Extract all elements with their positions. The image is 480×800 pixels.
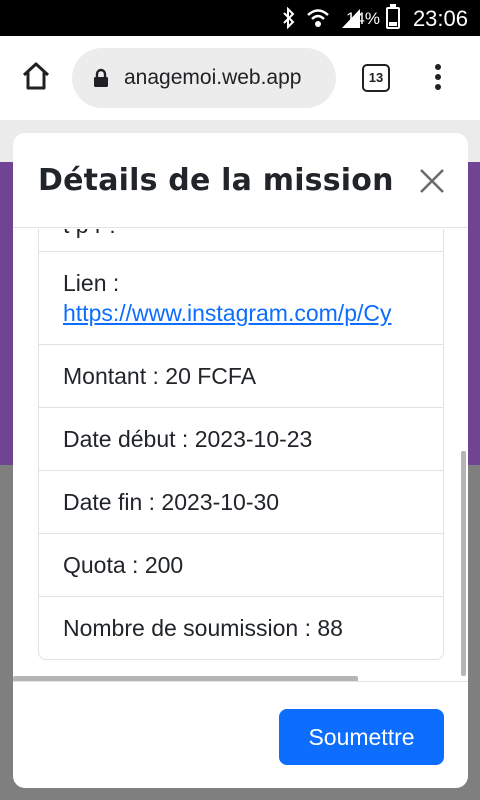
status-bar: 14% 23:06 (0, 0, 480, 36)
modal-header: Détails de la mission (13, 133, 468, 228)
tab-switcher-button[interactable]: 13 (362, 64, 390, 92)
url-text: anagemoi.web.app (124, 66, 302, 89)
mission-details-list: t p l ? Lien : https://www.instagram.com… (38, 229, 444, 660)
vertical-scrollbar[interactable] (461, 451, 466, 676)
list-item-link: Lien : https://www.instagram.com/p/Cy (39, 252, 443, 345)
close-icon[interactable] (416, 165, 448, 197)
list-item-start-date: Date début : 2023-10-23 (39, 408, 443, 471)
list-item-end-date: Date fin : 2023-10-30 (39, 471, 443, 534)
mission-details-modal: Détails de la mission t p l ? Lien : htt… (13, 133, 468, 788)
more-options-icon[interactable] (430, 64, 446, 94)
browser-toolbar: anagemoi.web.app 13 (0, 36, 480, 120)
home-icon[interactable] (20, 60, 52, 92)
list-item-text: t p l ? (63, 229, 119, 238)
link-label: Lien : (63, 270, 120, 296)
list-item: t p l ? (39, 229, 443, 252)
list-item-amount: Montant : 20 FCFA (39, 345, 443, 408)
list-item-submission-count: Nombre de soumission : 88 (63, 615, 343, 641)
list-item-quota: Quota : 200 (39, 534, 443, 597)
lock-icon (94, 68, 108, 87)
mission-link[interactable]: https://www.instagram.com/p/Cy (63, 300, 392, 326)
bluetooth-icon (283, 7, 295, 29)
modal-footer: Soumettre (13, 681, 468, 788)
modal-body[interactable]: t p l ? Lien : https://www.instagram.com… (13, 229, 468, 679)
submit-button[interactable]: Soumettre (279, 709, 444, 765)
clock: 23:06 (412, 6, 468, 31)
address-bar[interactable]: anagemoi.web.app (72, 48, 336, 108)
wifi-icon (307, 9, 329, 27)
modal-title: Détails de la mission (38, 163, 394, 198)
battery-icon (386, 4, 400, 29)
battery-percent: 14% (345, 9, 380, 28)
